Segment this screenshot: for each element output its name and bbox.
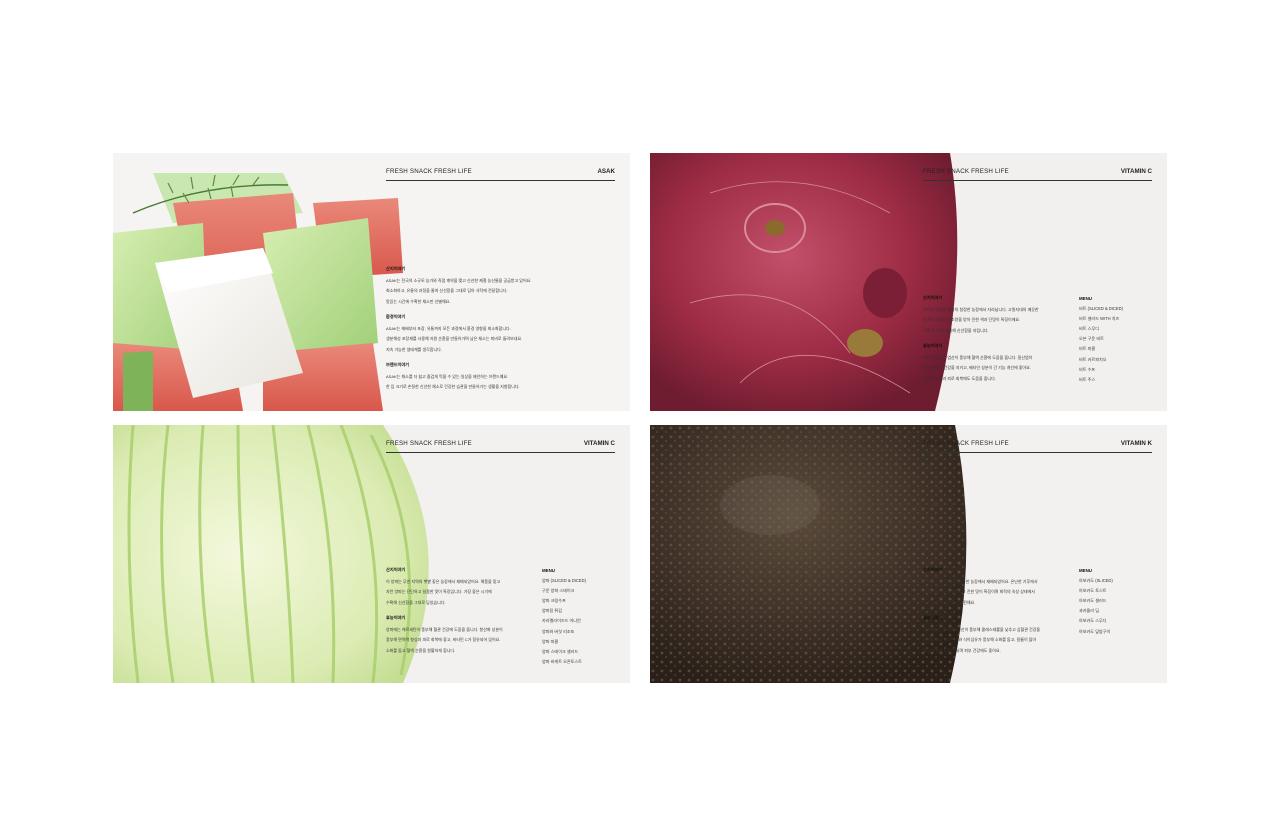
menu-item: 양파 스테이크 샐러드 xyxy=(542,648,579,654)
menu-item: 아보카도 (SLICED) xyxy=(1079,578,1113,584)
menu-item: 비트 카르파치오 xyxy=(1079,356,1107,362)
body-line: 맛있는 시간에 수확한 채소만 선별해요. xyxy=(386,298,451,304)
menu-item: 카라멜라이즈드 어니언 xyxy=(542,618,581,624)
panel-header: FRESH SNACK FRESH LIFE VITAMIN C xyxy=(386,440,615,453)
menu-title: MENU xyxy=(1079,296,1092,301)
body-line: ASAK는 전국의 소규모 농가와 직접 계약을 맺고 신선한 제철 농산물을 … xyxy=(386,277,532,283)
story-column: 산지이야기 아보카도는 제주도의 따뜻한 농장에서 재배되었어요. 온난한 기후… xyxy=(923,565,1073,656)
section-title: 효능이야기 xyxy=(923,615,943,620)
body-line: 양파에는 케르세틴이 풍부해 혈관 건강에 도움을 줍니다. 항산화 성분이 xyxy=(386,626,503,632)
body-line: 이 양파는 무안 지역의 햇볕 좋은 농장에서 재배되었어요. 해풍을 맞고 xyxy=(386,578,501,584)
panel-fruit-cubes: FRESH SNACK FRESH LIFE ASAK 산지이야기 ASAK는 … xyxy=(113,153,630,411)
panel-header: FRESH SNACK FRESH LIFE VITAMIN K xyxy=(923,440,1152,453)
menu-item: 양파와 버섯 리조또 xyxy=(542,628,575,634)
body-line: 생분해성 포장재를 사용해 자원 순환을 만들어가며 남은 채소는 퇴비로 돌려… xyxy=(386,336,523,341)
body-line: 자란 아보카도는 부드럽고 진한 맛이 특징이며 최적의 숙성 상태에서 xyxy=(923,589,1035,594)
menu-item: 오븐 구운 비트 xyxy=(1079,336,1104,342)
body-line: 지켜줍니다. 비타민 K와 식이섬유가 풍부해 소화를 돕고, 칼륨이 많아 xyxy=(923,637,1037,642)
body-line: 수확해 신선함을 그대로 담았습니다. xyxy=(386,599,446,605)
body-line: ASAK는 재배부터 포장, 유통까지 모든 과정에서 환경 영향을 최소화합니… xyxy=(386,325,511,331)
panel-beet: FRESH SNACK FRESH LIFE VITAMIN C 산지이야기 비… xyxy=(650,153,1167,411)
vitamin-label: VITAMIN C xyxy=(583,440,615,447)
header-tagline: FRESH SNACK FRESH LIFE xyxy=(386,440,472,447)
section-title: 산지이야기 xyxy=(923,295,943,300)
body-line: 풍부해 혈관 건강을 지키고, 베타인 성분이 간 기능 개선에 좋아요. xyxy=(923,365,1031,370)
section-title: 효능이야기 xyxy=(386,615,406,620)
menu-item: 양파 (SLICED & DICED) xyxy=(542,578,586,584)
menu-item: 아보카도 스무디 xyxy=(1079,618,1107,624)
menu-list: MENU 비트 (SLICED & DICED) 비트 샐러드 WITH 치즈 … xyxy=(1079,294,1159,385)
story-column: 산지이야기 비트는 강원도 평창의 청정한 농장에서 자라납니다. 고원지대의 … xyxy=(923,293,1073,384)
body-line: 아보카도는 불포화지방산이 풍부해 콜레스테롤을 낮추고 심혈관 건강을 xyxy=(923,626,1041,632)
body-line: 최소화하고, 유통의 과정을 줄여 신선함을 그대로 담아 식탁에 전달합니다. xyxy=(386,288,508,293)
panel-onion: FRESH SNACK FRESH LIFE VITAMIN C 산지이야기 이… xyxy=(113,425,630,683)
panel-avocado: FRESH SNACK FRESH LIFE VITAMIN K 산지이야기 아… xyxy=(650,425,1167,683)
body-line: 지속 가능한 생태계를 생각합니다. xyxy=(386,346,442,352)
menu-item: 비트 (SLICED & DICED) xyxy=(1079,306,1123,312)
body-line: 비트는 혈압과 염산이 풍부해 혈액 순환에 도움을 줍니다. 질산염이 xyxy=(923,354,1033,360)
story-column: 산지이야기 ASAK는 전국의 소규모 농가와 직접 계약을 맺고 신선한 제철… xyxy=(386,264,616,393)
menu-item: 비트 주스 xyxy=(1079,376,1096,382)
menu-item: 비트 수프 xyxy=(1079,366,1096,372)
menu-item: 양파 피클 xyxy=(542,638,559,644)
body-line: 수확하여 고소한 풍미를 전해요. xyxy=(923,599,976,605)
menu-item: 비트 샐러드 WITH 치즈 xyxy=(1079,316,1120,322)
menu-item: 아보카도 토스트 xyxy=(1079,588,1107,594)
section-title: 산지이야기 xyxy=(923,567,943,572)
panel-header: FRESH SNACK FRESH LIFE VITAMIN C xyxy=(923,168,1152,181)
menu-list: MENU 아보카도 (SLICED) 아보카도 토스트 아보카도 샐러드 과카몰… xyxy=(1079,566,1159,637)
menu-item: 아보카도 샐러드 xyxy=(1079,598,1107,604)
body-line: 한 입 크기로 손질한 신선한 채소로 건강한 습관을 만들어가는 생활을 지향… xyxy=(386,384,520,389)
menu-title: MENU xyxy=(542,568,555,573)
body-line: 면역력 향상과 피로 회복에도 도움을 줍니다. xyxy=(923,375,996,381)
menu-item: 아보카도 덮밥구이 xyxy=(1079,628,1111,634)
section-title: 브랜드이야기 xyxy=(386,362,410,367)
menu-item: 양파링 튀김 xyxy=(542,608,562,614)
body-line: 풍부해 면역력 향상과 피로 회복에 좋고, 비타민 C가 함유되어 있어요. xyxy=(386,637,501,642)
body-line: 비트는 강원도 평창의 청정한 농장에서 자라납니다. 고원지대의 깨끗한 xyxy=(923,306,1039,312)
section-title: 환경이야기 xyxy=(386,314,406,319)
section-title: 효능이야기 xyxy=(923,343,943,348)
body-line: 공기와 풍부한 일조량을 받아 진한 색과 단맛이 특징이에요. xyxy=(923,317,1021,322)
section-title: 산지이야기 xyxy=(386,567,406,572)
menu-list: MENU 양파 (SLICED & DICED) 구운 양파 스테이크 양파 크… xyxy=(542,566,622,667)
body-line: 수확 후 바로 세척해 신선함을 지킵니다. xyxy=(923,327,989,333)
section-title: 산지이야기 xyxy=(386,266,406,271)
menu-item: 구운 양파 스테이크 xyxy=(542,588,575,594)
menu-item: 과카몰리 딥 xyxy=(1079,608,1099,614)
menu-item: 비트 피클 xyxy=(1079,346,1096,352)
body-line: 혈압 조절에 도움이 되며 피부 건강에도 좋아요. xyxy=(923,647,1001,653)
body-line: ASAK는 채소를 더 쉽고 즐겁게 먹을 수 있는 일상을 제안하는 브랜드예… xyxy=(386,373,509,379)
header-tagline: FRESH SNACK FRESH LIFE xyxy=(923,168,1009,175)
vitamin-label: VITAMIN K xyxy=(1120,440,1152,447)
menu-item: 양파 바게트 오픈토스트 xyxy=(542,658,582,664)
header-tagline: FRESH SNACK FRESH LIFE xyxy=(386,168,472,175)
menu-item: 비트 스무디 xyxy=(1079,326,1099,332)
vitamin-label: VITAMIN C xyxy=(1120,168,1152,175)
brand-logo: ASAK xyxy=(597,168,615,175)
story-column: 산지이야기 이 양파는 무안 지역의 햇볕 좋은 농장에서 재배되었어요. 해풍… xyxy=(386,565,536,656)
body-line: 소화를 돕고 혈액 순환을 원활하게 합니다. xyxy=(386,647,456,653)
body-line: 자란 양파는 단단하고 달콤한 맛이 특징입니다. 가장 좋은 시기에 xyxy=(386,589,492,594)
body-line: 아보카도는 제주도의 따뜻한 농장에서 재배되었어요. 온난한 기후에서 xyxy=(923,578,1038,584)
panel-header: FRESH SNACK FRESH LIFE ASAK xyxy=(386,168,615,181)
menu-title: MENU xyxy=(1079,568,1092,573)
avocado-photo xyxy=(650,425,967,683)
header-tagline: FRESH SNACK FRESH LIFE xyxy=(923,440,1009,447)
menu-item: 양파 크림수프 xyxy=(542,598,566,604)
